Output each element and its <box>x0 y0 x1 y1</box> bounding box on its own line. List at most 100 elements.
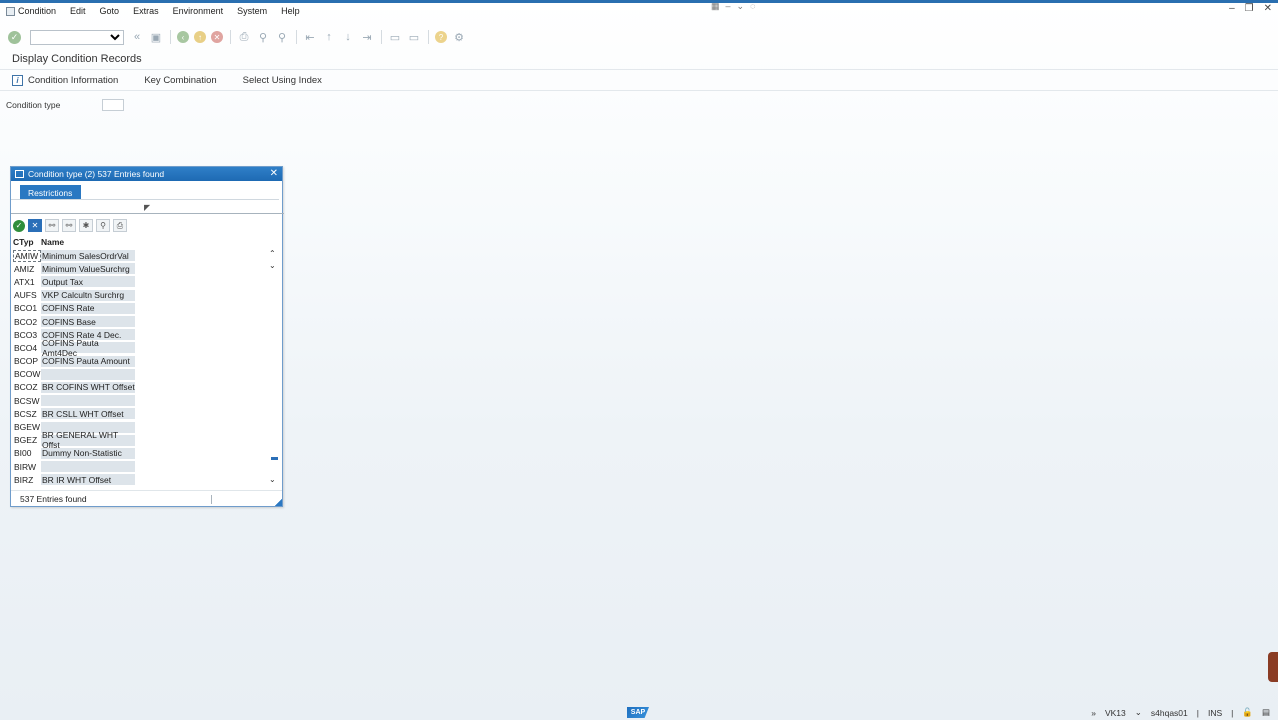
tab-restrictions[interactable]: Restrictions <box>20 185 82 199</box>
chevron-down-icon[interactable]: ⌄ <box>1135 707 1142 718</box>
close-icon[interactable]: ✕ <box>270 168 278 179</box>
find-icon[interactable]: ⚲ <box>256 30 270 44</box>
row-name <box>41 461 135 473</box>
resize-grip[interactable] <box>275 499 282 506</box>
transaction-code: VK13 <box>1104 707 1126 718</box>
table-row[interactable]: BIRZ BR IR WHT Offset <box>13 473 135 486</box>
table-row[interactable]: AUFS VKP Calcultn Surchrg <box>13 289 135 302</box>
row-name: COFINS Rate <box>41 302 135 314</box>
table-row[interactable]: BCO2 COFINS Base <box>13 315 135 328</box>
column-header-ctyp[interactable]: CTyp <box>13 237 41 247</box>
minimize-line-icon[interactable]: – <box>726 1 731 12</box>
print-dropdown-icon[interactable]: ⎙ <box>113 219 127 232</box>
table-row[interactable]: BCOZ BR COFINS WHT Offset <box>13 381 135 394</box>
command-field-select[interactable] <box>31 30 123 44</box>
shortcut-icon[interactable]: ▭ <box>407 30 421 44</box>
close-icon[interactable]: ✕ <box>1264 3 1272 14</box>
vertical-scrollbar[interactable]: ⌃ ⌄ ⌄ <box>267 249 279 489</box>
table-row[interactable]: BI00 Dummy Non-Statistic <box>13 447 135 460</box>
next-page-icon[interactable]: ↓ <box>341 30 355 44</box>
dialog-header[interactable]: Condition type (2) 537 Entries found ✕ <box>11 167 282 181</box>
menu-edit[interactable]: Edit <box>70 6 86 16</box>
layout-grid-icon[interactable]: ▦ <box>711 1 720 12</box>
row-name: BR IR WHT Offset <box>41 474 135 486</box>
title-area: Display Condition Records <box>0 50 1278 70</box>
last-page-icon[interactable]: ⇥ <box>360 30 374 44</box>
back-double-icon[interactable]: « <box>130 30 144 44</box>
find-next-icon[interactable]: ⚲ <box>275 30 289 44</box>
customize-layout-icon[interactable]: ⚙ <box>452 30 466 44</box>
settings-icon[interactable]: ✱ <box>79 219 93 232</box>
toolbar-separator <box>381 30 382 44</box>
table-row[interactable]: ATX1 Output Tax <box>13 275 135 288</box>
restore-icon[interactable]: ❐ <box>1245 3 1254 14</box>
side-panel-tab[interactable] <box>1268 652 1278 682</box>
column-headers: CTyp Name <box>13 237 141 247</box>
cancel-icon[interactable]: ✕ <box>211 31 223 43</box>
customize-icon[interactable]: ◌ <box>750 1 755 12</box>
filter-icon[interactable]: ⚲ <box>96 219 110 232</box>
table-row[interactable]: AMIW Minimum SalesOrdrVal <box>13 249 135 262</box>
menu-system[interactable]: System <box>237 6 267 16</box>
row-ctyp: BGEW <box>14 422 40 433</box>
save-icon[interactable]: ▣ <box>149 30 163 44</box>
back-icon[interactable]: ‹ <box>177 31 189 43</box>
scrollbar-thumb[interactable] <box>271 457 278 460</box>
previous-page-icon[interactable]: ↑ <box>322 30 336 44</box>
window-controls: – ❐ ✕ <box>1229 3 1272 14</box>
condition-type-dialog: Condition type (2) 537 Entries found ✕ R… <box>10 166 284 507</box>
exit-icon[interactable]: ↑ <box>194 31 206 43</box>
table-row[interactable]: BCO1 COFINS Rate <box>13 302 135 315</box>
table-row[interactable]: BCSZ BR CSLL WHT Offset <box>13 407 135 420</box>
enter-check-icon[interactable]: ✓ <box>8 30 21 44</box>
info-icon: i <box>12 75 23 86</box>
help-icon[interactable]: ? <box>435 31 447 43</box>
find-next-binoculars-icon[interactable]: ⚯ <box>62 219 76 232</box>
print-icon[interactable]: ⎙ <box>237 30 251 44</box>
chevron-down-icon[interactable]: ⌄ <box>269 261 276 270</box>
menu-condition[interactable]: Condition <box>6 6 56 16</box>
menu-help[interactable]: Help <box>281 6 300 16</box>
table-row[interactable]: BIRW <box>13 460 135 473</box>
table-row[interactable]: BCO4 COFINS Pauta Amt4Dec <box>13 338 135 358</box>
row-ctyp: BCOP <box>14 356 39 367</box>
collapse-arrow-icon[interactable]: ◤ <box>144 203 150 212</box>
chevron-down-icon[interactable]: ⌄ <box>269 475 276 484</box>
menu-goto[interactable]: Goto <box>100 6 120 16</box>
row-ctyp: AUFS <box>14 290 37 301</box>
chevron-down-icon[interactable]: ⌄ <box>737 1 745 12</box>
lock-icon[interactable]: 🔓 <box>1242 707 1253 718</box>
key-combination-button[interactable]: Key Combination <box>144 75 216 86</box>
table-row[interactable]: BCSW <box>13 394 135 407</box>
condition-information-button[interactable]: i Condition Information <box>12 75 118 86</box>
dialog-window-icon <box>15 170 24 178</box>
condition-type-input[interactable] <box>102 99 124 111</box>
dialog-title: Condition type (2) 537 Entries found <box>28 169 165 179</box>
table-row[interactable]: AMIZ Minimum ValueSurchrg <box>13 262 135 275</box>
first-page-icon[interactable]: ⇤ <box>303 30 317 44</box>
chevron-up-icon[interactable]: ⌃ <box>269 249 276 258</box>
select-using-index-button[interactable]: Select Using Index <box>243 75 322 86</box>
new-session-icon[interactable]: ▭ <box>388 30 402 44</box>
input-mode[interactable]: INS <box>1208 708 1222 718</box>
status-bar: SAP » VK13 ⌄ s4hqas01 | INS | 🔓 ▤ <box>0 704 1278 720</box>
row-ctyp: BCO1 <box>14 303 38 314</box>
table-row[interactable]: BGEZ BR GENERAL WHT Offst <box>13 430 135 450</box>
row-ctyp: ATX1 <box>14 276 35 287</box>
column-header-name[interactable]: Name <box>41 237 141 247</box>
menu-extras[interactable]: Extras <box>133 6 159 16</box>
command-field[interactable] <box>30 29 124 45</box>
find-binoculars-icon[interactable]: ⚯ <box>45 219 59 232</box>
row-name: COFINS Base <box>41 316 135 328</box>
row-ctyp: BCSZ <box>14 408 37 419</box>
row-ctyp: BCO3 <box>14 329 38 340</box>
menu-environment[interactable]: Environment <box>173 6 224 16</box>
table-row[interactable]: BCOW <box>13 368 135 381</box>
continue-check-icon[interactable]: ✓ <box>13 219 25 232</box>
layout-icon[interactable]: ▤ <box>1262 707 1270 718</box>
table-row[interactable]: BCOP COFINS Pauta Amount <box>13 355 135 368</box>
cancel-icon[interactable]: ✕ <box>28 219 42 232</box>
list-toolbar: ✓ ✕ ⚯ ⚯ ✱ ⚲ ⎙ <box>13 219 130 232</box>
minimize-icon[interactable]: – <box>1229 3 1235 14</box>
expand-icon[interactable]: » <box>1091 708 1096 718</box>
